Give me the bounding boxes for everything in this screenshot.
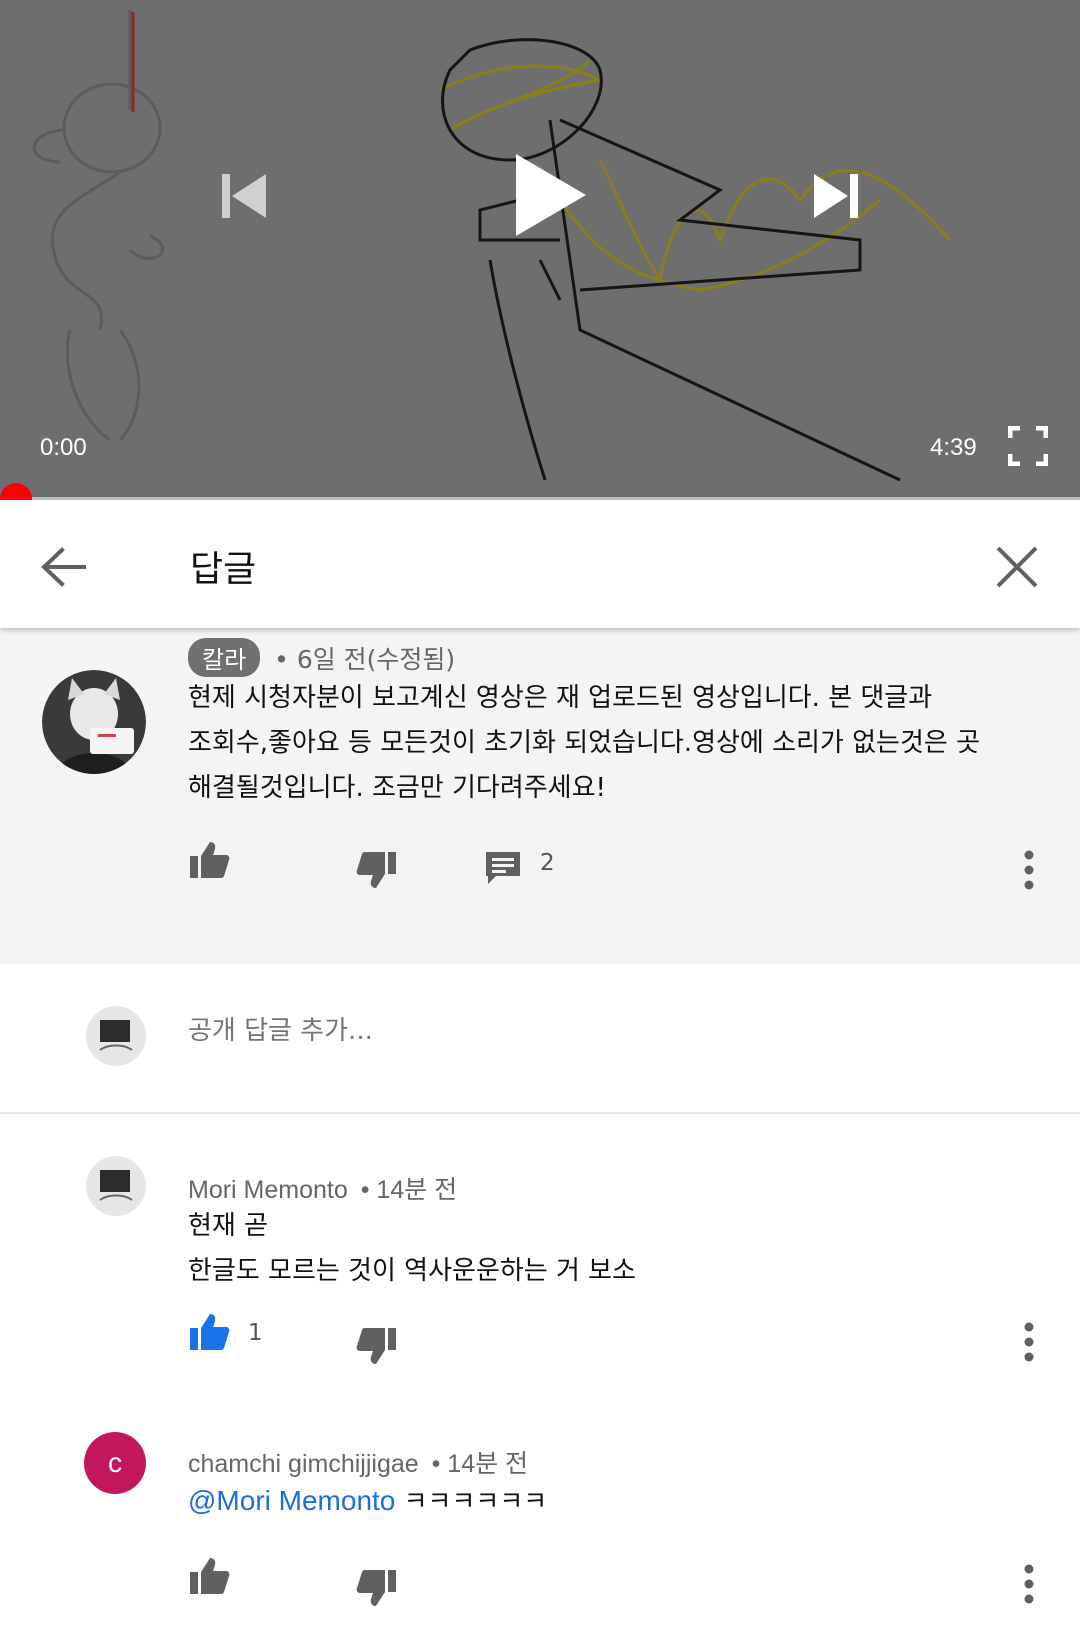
back-arrow-icon[interactable] <box>38 542 88 592</box>
author-name[interactable]: 칼라 <box>188 638 261 677</box>
video-player[interactable]: 0:00 4:39 <box>0 0 1080 500</box>
comment-meta: Mori Memonto • 14분 전 <box>188 1170 457 1206</box>
avatar[interactable]: c <box>84 1432 146 1494</box>
comment-body: 현재 곧 한글도 모르는 것이 역사운운하는 거 보소 <box>188 1204 636 1294</box>
reply-comment: c chamchi gimchijjigae • 14분 전 @Mori Mem… <box>0 1392 1080 1632</box>
like-count: 1 <box>248 1320 263 1346</box>
next-icon[interactable] <box>810 170 862 222</box>
more-options-icon[interactable] <box>1024 850 1034 890</box>
header-title: 답글 <box>190 549 257 590</box>
more-options-icon[interactable] <box>1024 1564 1034 1604</box>
current-user-avatar <box>86 1006 146 1066</box>
comment-meta: chamchi gimchijjigae • 14분 전 <box>188 1444 528 1480</box>
total-duration: 4:39 <box>930 434 977 461</box>
reply-icon[interactable] <box>484 850 522 886</box>
dislike-icon[interactable] <box>356 850 398 890</box>
comment-line: 현제 시청자분이 보고계신 영상은 재 업로드된 영상입니다. 본 댓글과 <box>188 683 933 713</box>
parent-comment: 칼라 • 6일 전(수정됨) 현제 시청자분이 보고계신 영상은 재 업로드된 … <box>0 628 1080 964</box>
reply-comment: Mori Memonto • 14분 전 현재 곧 한글도 모르는 것이 역사운… <box>0 1112 1080 1392</box>
fullscreen-icon[interactable] <box>1008 426 1048 466</box>
comment-body: @Mori Memonto ㅋㅋㅋㅋㅋㅋ <box>188 1478 547 1525</box>
current-time: 0:00 <box>40 434 87 461</box>
more-options-icon[interactable] <box>1024 1322 1034 1362</box>
comment-timestamp: • 6일 전(수정됨) <box>274 645 456 674</box>
comment-timestamp: • 14분 전 <box>431 1450 529 1478</box>
like-icon[interactable] <box>188 1556 230 1596</box>
author-name[interactable]: Mori Memonto <box>188 1176 348 1204</box>
comment-line: 현재 곧 <box>188 1211 269 1241</box>
dislike-icon[interactable] <box>356 1326 398 1366</box>
close-icon[interactable] <box>994 544 1040 590</box>
reply-input[interactable] <box>188 1016 888 1046</box>
author-name[interactable]: chamchi gimchijjigae <box>188 1450 419 1478</box>
comment-timestamp: • 14분 전 <box>360 1176 458 1204</box>
comment-line: 해결될것입니다. 조금만 기다려주세요! <box>188 773 606 803</box>
replies-header: 답글 <box>0 502 1080 628</box>
video-frame <box>32 10 952 482</box>
previous-icon[interactable] <box>218 170 270 222</box>
comment-body: 현제 시청자분이 보고계신 영상은 재 업로드된 영상입니다. 본 댓글과 조회… <box>188 676 980 811</box>
like-icon[interactable] <box>188 1312 230 1352</box>
reply-count: 2 <box>540 850 555 876</box>
like-icon[interactable] <box>188 840 230 880</box>
comment-line: 한글도 모르는 것이 역사운운하는 거 보소 <box>188 1256 636 1286</box>
add-reply-bar <box>0 964 1080 1114</box>
comment-line: 조회수,좋아요 등 모든것이 초기화 되었습니다.영상에 소리가 없는것은 곳 <box>188 728 980 758</box>
comment-text: ㅋㅋㅋㅋㅋㅋ <box>395 1487 548 1517</box>
avatar[interactable] <box>42 670 146 774</box>
comment-meta: 칼라 • 6일 전(수정됨) <box>188 638 455 677</box>
mention-link[interactable]: @Mori Memonto <box>188 1485 395 1516</box>
progress-bar[interactable] <box>0 497 1080 500</box>
avatar[interactable] <box>86 1156 146 1216</box>
dislike-icon[interactable] <box>356 1568 398 1608</box>
play-icon[interactable] <box>510 150 590 240</box>
